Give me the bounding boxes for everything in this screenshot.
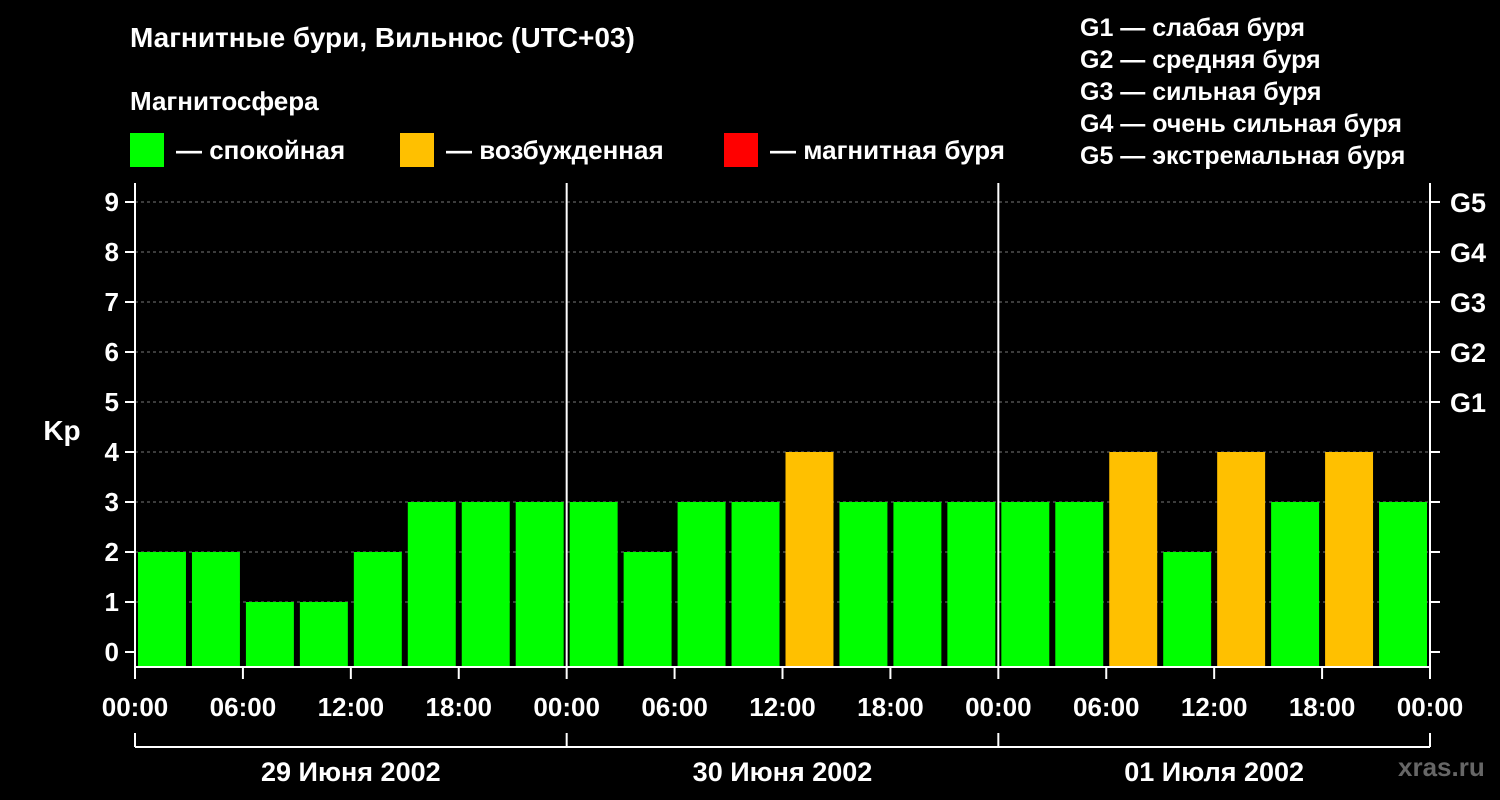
bar [138,552,186,667]
bar [677,502,726,667]
x-tick-label: 06:00 [641,692,708,722]
y-tick-label: 6 [105,337,119,367]
y-tick-label: 2 [105,537,119,567]
bar [191,552,240,667]
x-tick-label: 12:00 [749,692,816,722]
bar [245,602,294,667]
kp-bar-chart: 0 1 2 3 4 5 6 7 8 9 G1 G2 G3 G4 G5 Kp 00:00 06:00 12:00 18:… [43,183,1486,787]
y-tick-label: 7 [105,287,119,317]
watermark: xras.ru [1398,752,1485,782]
y-tick-label: 0 [105,637,119,667]
g-scale-label: G5 [1450,188,1486,218]
x-tick-label: 18:00 [426,692,493,722]
bar [1109,452,1158,667]
bar [1001,502,1050,667]
x-tick-label: 18:00 [1289,692,1356,722]
bar [1379,502,1427,667]
g-scale-label: G2 [1450,338,1486,368]
bar [785,452,834,667]
y-tick-label: 5 [105,387,119,417]
bar [1271,502,1320,667]
bar [893,502,942,667]
g-scale-label: G1 [1450,388,1486,418]
date-label: 01 Июля 2002 [1124,757,1304,787]
x-tick-label: 18:00 [857,692,924,722]
bar [515,502,564,667]
g-scale-label: G4 [1450,238,1486,268]
x-tick-label: 12:00 [1181,692,1248,722]
y-tick-label: 8 [105,237,119,267]
date-label: 30 Июня 2002 [693,757,873,787]
bar [731,502,780,667]
x-tick-label: 06:00 [210,692,277,722]
y-axis-label: Kp [43,415,80,446]
x-tick-label: 06:00 [1073,692,1140,722]
bar [407,502,456,667]
bar [461,502,510,667]
bar [353,552,402,667]
bar [299,602,348,667]
x-tick-label: 00:00 [1397,692,1464,722]
g-scale-label: G3 [1450,288,1486,318]
bar [947,502,996,667]
y-tick-label: 3 [105,487,119,517]
y-tick-label: 1 [105,587,119,617]
bar [1217,452,1266,667]
bar [1325,452,1374,667]
bar [839,502,888,667]
bar [1055,502,1104,667]
x-tick-label: 00:00 [102,692,169,722]
x-tick-label: 12:00 [318,692,385,722]
x-tick-label: 00:00 [533,692,600,722]
y-tick-label: 9 [105,187,119,217]
x-tick-label: 00:00 [965,692,1032,722]
date-label: 29 Июня 2002 [261,757,441,787]
bar [623,552,672,667]
bar [1163,552,1212,667]
y-tick-label: 4 [105,437,120,467]
bar [569,502,618,667]
